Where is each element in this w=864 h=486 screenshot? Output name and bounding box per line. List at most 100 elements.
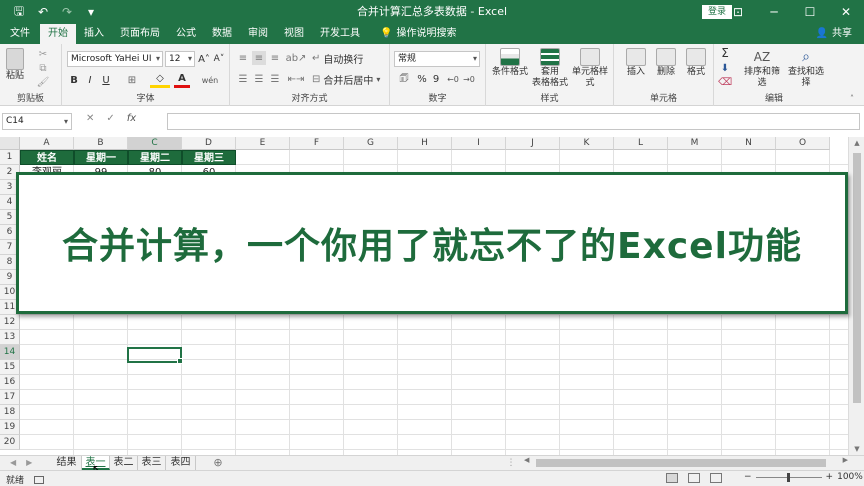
column-header[interactable]: K (560, 137, 614, 150)
format-cells-button[interactable]: 格式 (682, 48, 710, 78)
paste-button[interactable]: 粘贴 (6, 48, 24, 82)
align-left-icon[interactable]: ☰ (236, 72, 250, 86)
page-layout-view-icon[interactable] (688, 473, 700, 483)
horizontal-scrollbar[interactable]: ◀ ▶ (522, 456, 850, 468)
insert-function-icon[interactable]: fx (127, 113, 136, 124)
page-break-view-icon[interactable] (710, 473, 722, 483)
font-color-button[interactable]: A (174, 72, 190, 88)
column-header[interactable]: O (776, 137, 830, 150)
formula-input[interactable] (167, 113, 860, 130)
vertical-scroll-thumb[interactable] (853, 153, 861, 403)
maximize-button[interactable]: ☐ (792, 0, 828, 24)
row-header[interactable]: 14 (0, 345, 20, 360)
column-header[interactable]: H (398, 137, 452, 150)
row-header[interactable]: 18 (0, 405, 20, 420)
row-header[interactable]: 13 (0, 330, 20, 345)
row-header[interactable]: 16 (0, 375, 20, 390)
vertical-scrollbar[interactable]: ▲ ▼ (848, 137, 864, 455)
next-sheet-icon[interactable]: ▶ (26, 456, 32, 470)
sheet-tab-table4[interactable]: 表四 (166, 456, 196, 470)
wrap-text-button[interactable]: ↵ 自动换行 (312, 51, 382, 66)
font-name-select[interactable]: Microsoft YaHei UI ▾ (67, 51, 163, 67)
redo-icon[interactable]: ↷ (56, 2, 78, 22)
column-header[interactable]: M (668, 137, 722, 150)
table-header-cell[interactable]: 星期一 (74, 150, 128, 165)
zoom-level[interactable]: 100% (837, 472, 863, 482)
align-right-icon[interactable]: ☰ (268, 72, 282, 86)
copy-icon[interactable]: ⧉ (36, 62, 50, 74)
column-header[interactable]: B (74, 137, 128, 150)
scroll-left-icon[interactable]: ◀ (524, 456, 529, 464)
save-icon[interactable]: 🖫 (8, 2, 30, 22)
zoom-in-button[interactable]: + (826, 472, 834, 482)
align-bottom-icon[interactable]: ≡ (268, 51, 282, 65)
number-format-select[interactable]: 常规 ▾ (394, 51, 480, 67)
tab-page-layout[interactable]: 页面布局 (112, 24, 168, 44)
row-header[interactable]: 17 (0, 390, 20, 405)
tab-file[interactable]: 文件 (0, 24, 40, 44)
table-header-cell[interactable]: 星期二 (128, 150, 182, 165)
align-middle-icon[interactable]: ≡ (252, 51, 266, 65)
column-header[interactable]: G (344, 137, 398, 150)
zoom-out-button[interactable]: − (744, 472, 752, 482)
column-header[interactable]: F (290, 137, 344, 150)
column-header[interactable]: D (182, 137, 236, 150)
table-header-cell[interactable]: 星期三 (182, 150, 236, 165)
horizontal-scroll-thumb[interactable] (536, 459, 826, 467)
insert-cells-button[interactable]: 插入 (622, 48, 650, 78)
tab-formulas[interactable]: 公式 (168, 24, 204, 44)
sheet-tab-table2[interactable]: 表二 (110, 456, 138, 470)
tab-home[interactable]: 开始 (40, 24, 76, 44)
comma-style-button[interactable]: 9 (430, 72, 442, 86)
normal-view-icon[interactable] (666, 473, 678, 483)
tab-review[interactable]: 审阅 (240, 24, 276, 44)
italic-button[interactable]: I (83, 72, 97, 88)
cancel-icon[interactable]: ✕ (86, 113, 94, 124)
add-sheet-icon[interactable]: ⊕ (210, 456, 226, 470)
active-cell[interactable] (127, 347, 183, 364)
underline-button[interactable]: U (99, 72, 113, 88)
increase-decimal-icon[interactable]: ←0 (446, 72, 460, 86)
row-header[interactable]: 19 (0, 420, 20, 435)
tab-insert[interactable]: 插入 (76, 24, 112, 44)
clear-icon[interactable]: ⌫ (718, 76, 732, 88)
column-header[interactable]: C (128, 137, 182, 150)
autosum-button[interactable]: Σ (718, 46, 732, 60)
tab-data[interactable]: 数据 (204, 24, 240, 44)
font-size-select[interactable]: 12 ▾ (165, 51, 195, 67)
borders-icon[interactable]: ⊞ (122, 72, 142, 88)
percent-button[interactable]: % (416, 72, 428, 86)
close-button[interactable]: ✕ (828, 0, 864, 24)
undo-icon[interactable]: ↶ (32, 2, 54, 22)
sheet-tab-table3[interactable]: 表三 (138, 456, 166, 470)
scroll-up-icon[interactable]: ▲ (849, 139, 864, 147)
merge-center-button[interactable]: ⊟ 合并后居中 ▾ (312, 72, 386, 87)
grow-font-button[interactable]: A˄ (197, 51, 211, 67)
minimize-button[interactable]: ─ (756, 0, 792, 24)
table-header-cell[interactable]: 姓名 (20, 150, 74, 165)
sheet-tab-result[interactable]: 结果 (52, 456, 82, 470)
cell-styles-button[interactable]: 单元格样式 (568, 48, 612, 89)
share-button[interactable]: 👤 共享 (816, 24, 852, 44)
column-header[interactable]: I (452, 137, 506, 150)
conditional-formatting-button[interactable]: 条件格式 (490, 48, 530, 78)
zoom-slider-knob[interactable] (786, 472, 790, 482)
fill-icon[interactable]: ⬇ (718, 62, 732, 74)
bold-button[interactable]: B (67, 72, 81, 88)
align-center-icon[interactable]: ☰ (252, 72, 266, 86)
macro-record-icon[interactable] (34, 475, 45, 484)
column-header[interactable]: J (506, 137, 560, 150)
column-header[interactable]: E (236, 137, 290, 150)
select-all-corner[interactable] (0, 137, 20, 150)
enter-icon[interactable]: ✓ (106, 113, 114, 124)
align-top-icon[interactable]: ≡ (236, 51, 250, 65)
tab-developer[interactable]: 开发工具 (312, 24, 368, 44)
prev-sheet-icon[interactable]: ◀ (10, 456, 16, 470)
row-header[interactable]: 1 (0, 150, 20, 165)
row-header[interactable]: 12 (0, 315, 20, 330)
fill-color-icon[interactable]: ◇ (150, 72, 170, 88)
phonetic-guide-icon[interactable]: wén (196, 72, 224, 88)
column-header[interactable]: L (614, 137, 668, 150)
tab-view[interactable]: 视图 (276, 24, 312, 44)
zoom-slider[interactable] (755, 472, 822, 482)
